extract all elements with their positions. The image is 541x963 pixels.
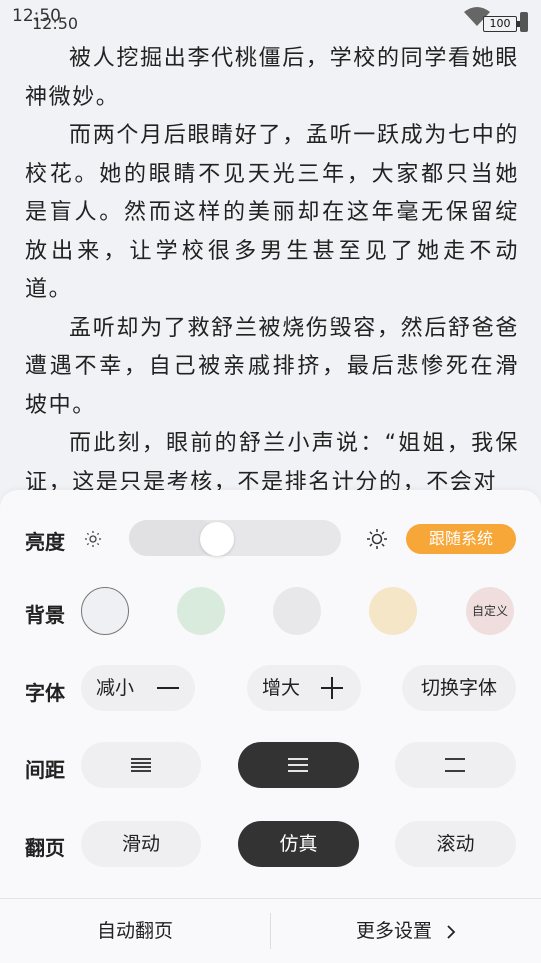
background-option-custom[interactable]: 自定义 [466,587,514,635]
page-turn-slide[interactable]: 滑动 [81,821,201,867]
reading-settings-panel: 亮度 跟随系统 背景 自定义 字体 减小 增大 切换字体 间距 翻页 滑动 仿真… [0,490,541,963]
spacing-option-loose[interactable] [395,742,516,788]
loose-spacing-icon [445,758,465,772]
font-label: 字体 [25,681,65,705]
plus-icon [321,677,343,699]
font-increase-button[interactable]: 增大 [247,665,361,711]
brightness-label: 亮度 [25,530,65,554]
page-turn-scroll[interactable]: 滚动 [395,821,516,867]
auto-page-turn-button[interactable]: 自动翻页 [0,899,270,963]
brightness-slider-handle[interactable] [200,522,234,556]
paragraph: 孟听却为了救舒兰被烧伤毁容，然后舒爸爸遭遇不幸，自己被亲戚排挤，最后悲惨死在滑坡… [25,315,519,418]
chevron-right-icon [447,924,456,939]
custom-background-label: 自定义 [471,604,508,618]
spacing-option-medium[interactable] [238,742,359,788]
battery-level: 100 [489,17,511,30]
status-bar: 12:50 12:50 100 [0,0,541,40]
background-option-white[interactable] [81,587,129,635]
page-turn-label: 翻页 [25,836,65,860]
status-icons: 100 [463,6,533,32]
follow-system-button[interactable]: 跟随系统 [406,524,516,554]
more-settings-label: 更多设置 [355,920,432,942]
reader-content[interactable]: 被人挖掘出李代桃僵后，学校的同学看她眼神微妙。 而两个月后眼睛好了，孟听一跃成为… [25,40,519,502]
font-increase-label: 增大 [262,677,301,699]
brightness-low-icon [85,531,101,547]
brightness-high-icon [367,529,387,549]
paragraph: 而两个月后眼睛好了，孟听一跃成为七中的校花。她的眼睛不见天光三年，大家都只当她是… [25,123,519,302]
status-time-echo: 12:50 [32,14,79,33]
minus-icon [157,687,179,689]
charging-icon [520,12,528,32]
brightness-slider[interactable] [129,520,341,556]
battery-icon: 100 [483,16,520,32]
compact-spacing-icon [131,758,151,772]
page-turn-simulation[interactable]: 仿真 [238,821,359,867]
more-settings-button[interactable]: 更多设置 [271,899,541,963]
bottom-action-bar: 自动翻页 更多设置 [0,898,541,963]
switch-font-button[interactable]: 切换字体 [402,665,516,711]
background-option-green[interactable] [177,587,225,635]
background-option-yellow[interactable] [369,587,417,635]
medium-spacing-icon [288,758,308,772]
background-label: 背景 [25,603,65,627]
paragraph: 被人挖掘出李代桃僵后，学校的同学看她眼神微妙。 [25,46,519,110]
font-decrease-button[interactable]: 减小 [81,665,195,711]
font-decrease-label: 减小 [96,677,135,699]
spacing-label: 间距 [25,758,65,782]
spacing-option-compact[interactable] [81,742,201,788]
background-option-gray[interactable] [273,587,321,635]
